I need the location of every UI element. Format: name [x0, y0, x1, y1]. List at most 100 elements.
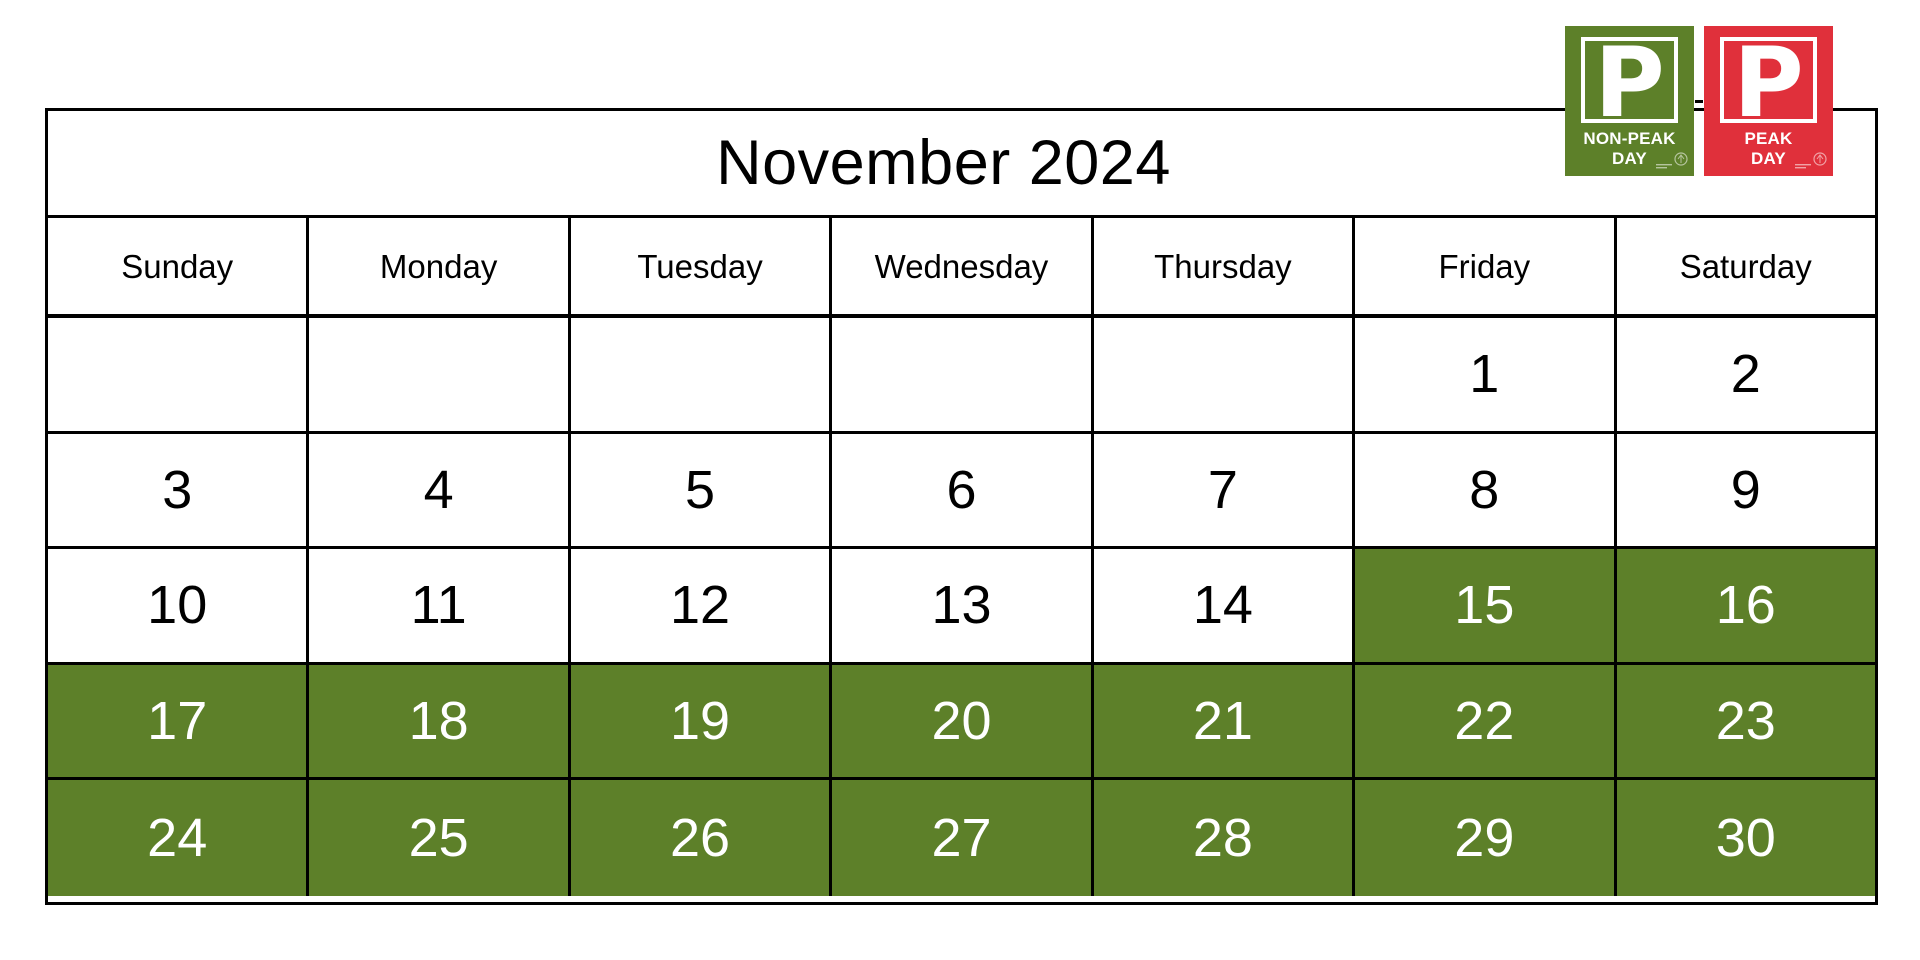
weekday-header-label: Friday: [1438, 247, 1531, 285]
day-number: 23: [1715, 690, 1776, 751]
legend-badge-non-peak-day: P NON-PEAK DAY: [1565, 26, 1694, 176]
day-number: 2: [1730, 344, 1761, 405]
day-number: 9: [1730, 459, 1761, 520]
calendar-day-cell-11[interactable]: 11: [309, 549, 571, 662]
calendar-week-row: 3 4 5 6 7 8 9: [48, 433, 1875, 549]
recycle-watermark-icon: [1656, 152, 1688, 169]
calendar-day-cell-9[interactable]: 9: [1616, 433, 1875, 546]
legend-caption-non-peak-line1: NON-PEAK: [1583, 129, 1676, 148]
calendar-day-cell-26[interactable]: 26: [570, 780, 833, 896]
day-number: 7: [1207, 459, 1238, 520]
weekday-header-wednesday: Wednesday: [832, 218, 1094, 314]
day-number: 14: [1192, 575, 1253, 636]
legend-caption-peak-line1: PEAK: [1744, 129, 1793, 148]
day-number: 17: [147, 690, 208, 751]
legend-separator: [1694, 26, 1704, 176]
legend-caption-peak: PEAK DAY: [1744, 129, 1792, 168]
weekday-header-label: Monday: [379, 247, 498, 285]
day-number: 1: [1469, 344, 1500, 405]
day-number: 16: [1715, 575, 1776, 636]
calendar-day-cell-7[interactable]: 7: [1093, 433, 1356, 546]
weekday-header-label: Saturday: [1679, 247, 1812, 285]
day-number: 18: [408, 690, 469, 751]
calendar-day-cell-29[interactable]: 29: [1355, 780, 1617, 896]
calendar-day-cell-10[interactable]: 10: [48, 549, 310, 662]
calendar-day-cell-empty: [48, 318, 310, 431]
weekday-header-row: Sunday Monday Tuesday Wednesday Thursday Frid…: [48, 218, 1875, 318]
day-number: 5: [685, 459, 716, 520]
calendar-day-cell-6[interactable]: 6: [832, 433, 1094, 546]
calendar-day-cell-8[interactable]: 8: [1355, 433, 1617, 546]
calendar-day-cell-22[interactable]: 22: [1355, 664, 1617, 777]
calendar-day-cell-27[interactable]: 27: [832, 780, 1094, 896]
day-number: 27: [931, 807, 992, 868]
weekday-header-monday: Monday: [309, 218, 571, 314]
calendar-day-cell-5[interactable]: 5: [570, 433, 833, 546]
calendar-day-cell-16[interactable]: 16: [1616, 549, 1875, 662]
day-number: 3: [162, 459, 193, 520]
day-number: 19: [670, 690, 731, 751]
calendar-day-cell-2[interactable]: 2: [1616, 318, 1875, 431]
day-number: 8: [1469, 459, 1500, 520]
calendar-day-cell-empty: [832, 318, 1094, 431]
day-number: 15: [1454, 575, 1515, 636]
calendar-week-row: 10 11 12 13 14 15 16: [48, 549, 1875, 665]
day-number: 28: [1192, 807, 1253, 868]
calendar-day-cell-28[interactable]: 28: [1093, 780, 1356, 896]
calendar-day-cell-20[interactable]: 20: [832, 664, 1094, 777]
calendar-day-cell-23[interactable]: 23: [1616, 664, 1875, 777]
day-number: 22: [1454, 690, 1515, 751]
calendar-day-cell-17[interactable]: 17: [48, 664, 310, 777]
calendar-day-cell-14[interactable]: 14: [1093, 549, 1356, 662]
legend-badge-peak-day: P PEAK DAY: [1704, 26, 1833, 176]
calendar-day-cell-empty: [1093, 318, 1356, 431]
calendar-day-cell-3[interactable]: 3: [48, 433, 310, 546]
calendar-day-cell-25[interactable]: 25: [309, 780, 571, 896]
calendar-week-row: 17 18 19 20 21 22 23: [48, 664, 1875, 780]
calendar-day-cell-21[interactable]: 21: [1093, 664, 1356, 777]
calendar-day-cell-24[interactable]: 24: [48, 780, 310, 896]
weekday-header-friday: Friday: [1355, 218, 1617, 314]
calendar-day-cell-empty: [570, 318, 833, 431]
day-number: 11: [410, 575, 467, 636]
parking-p-icon-peak: P: [1720, 37, 1817, 123]
parking-p-icon-non-peak: P: [1581, 37, 1678, 123]
day-number: 30: [1715, 807, 1776, 868]
calendar-table: November 2024 Sunday Monday Tuesday Wednesd…: [45, 108, 1878, 905]
day-number: 12: [670, 575, 731, 636]
calendar-week-row: 12: [48, 318, 1875, 434]
badge-symbol-non-peak: P: [1594, 37, 1665, 123]
calendar-day-cell-30[interactable]: 30: [1616, 780, 1875, 896]
day-number: 25: [408, 807, 469, 868]
weekday-header-label: Tuesday: [637, 247, 763, 285]
badge-symbol-peak: P: [1733, 37, 1804, 123]
legend: P NON-PEAK DAY P PEAK DAY: [1565, 26, 1833, 176]
weekday-header-label: Thursday: [1154, 247, 1292, 285]
recycle-watermark-icon: [1795, 152, 1827, 169]
calendar-day-cell-empty: [309, 318, 571, 431]
day-number: 6: [946, 459, 977, 520]
weekday-header-label: Sunday: [121, 247, 234, 285]
calendar-day-cell-13[interactable]: 13: [832, 549, 1094, 662]
weekday-header-tuesday: Tuesday: [570, 218, 833, 314]
day-number: 4: [423, 459, 454, 520]
calendar-day-cell-1[interactable]: 1: [1355, 318, 1617, 431]
weekday-header-label: Wednesday: [874, 247, 1049, 285]
calendar-day-cell-18[interactable]: 18: [309, 664, 571, 777]
calendar-day-cell-19[interactable]: 19: [570, 664, 833, 777]
weekday-header-thursday: Thursday: [1093, 218, 1356, 314]
calendar-day-cell-4[interactable]: 4: [309, 433, 571, 546]
calendar-day-cell-12[interactable]: 12: [570, 549, 833, 662]
calendar-body: 1 2 3 4 5 6 7 8 9 10 11 12 13 14 15 16 17 18 19 20 21 22 23 24 2…: [48, 318, 1875, 896]
page-title: November 2024: [716, 127, 1171, 198]
weekday-header-sunday: Sunday: [48, 218, 310, 314]
day-number: 29: [1454, 807, 1515, 868]
weekday-header-saturday: Saturday: [1616, 218, 1875, 314]
day-number: 20: [931, 690, 992, 751]
day-number: 24: [147, 807, 208, 868]
day-number: 26: [670, 807, 731, 868]
day-number: 13: [931, 575, 992, 636]
calendar-day-cell-15[interactable]: 15: [1355, 549, 1617, 662]
calendar-week-row: 24 25 26 27 28 29 30: [48, 780, 1875, 896]
day-number: 21: [1192, 690, 1253, 751]
